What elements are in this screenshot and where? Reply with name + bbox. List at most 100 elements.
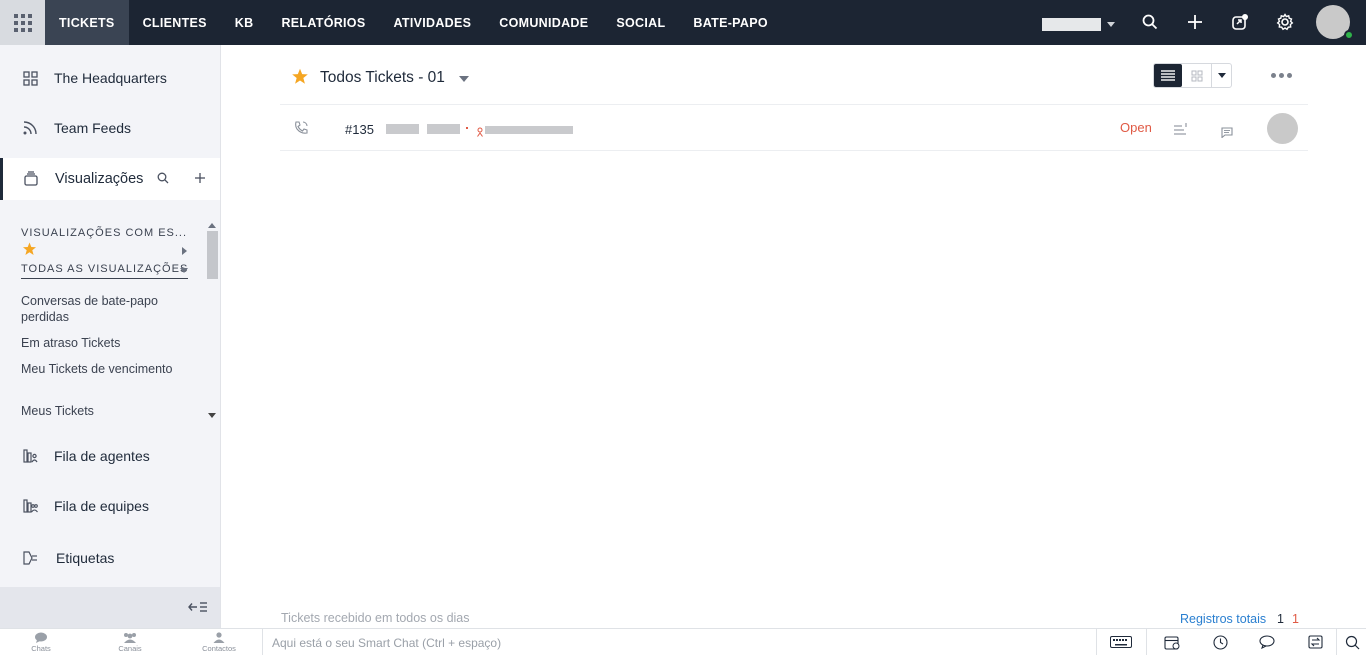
views-panel: VISUALIZAÇÕES COM ES... TODAS AS VISUALI… (0, 213, 220, 425)
nav-relatorios[interactable]: RELATÓRIOS (267, 0, 379, 45)
list-view-icon[interactable] (1154, 64, 1182, 87)
grid-icon (13, 13, 32, 32)
divider (1146, 629, 1147, 655)
sidebar-item-label: The Headquarters (54, 70, 167, 86)
nav-social[interactable]: SOCIAL (602, 0, 679, 45)
clock-icon[interactable] (1209, 633, 1231, 651)
starred-views-header[interactable]: VISUALIZAÇÕES COM ES... (21, 227, 187, 239)
chevron-right-icon[interactable] (182, 247, 187, 255)
view-filter-description: Tickets recebido em todos os dias (281, 611, 470, 625)
contacts-label: Contactos (202, 644, 236, 653)
plus-icon[interactable] (194, 171, 206, 189)
nav-atividades[interactable]: ATIVIDADES (379, 0, 485, 45)
total-records-value: 1 (1277, 612, 1284, 626)
view-link-due[interactable]: Meu Tickets de vencimento (21, 361, 191, 377)
ticket-subject-redacted[interactable] (427, 124, 460, 134)
nav-bate-papo[interactable]: BATE-PAPO (679, 0, 781, 45)
sidebar-item-headquarters[interactable]: The Headquarters (0, 58, 220, 98)
feed-icon (21, 119, 39, 137)
assignee-avatar[interactable] (1267, 113, 1298, 144)
sidebar-item-label: Fila de agentes (54, 448, 150, 464)
ticket-subject-redacted[interactable] (386, 124, 419, 134)
total-records-label: Registros totais (1180, 612, 1267, 626)
scroll-down-icon[interactable] (208, 413, 216, 418)
divider (1096, 629, 1097, 655)
sidebar-item-label: Etiquetas (56, 550, 115, 566)
chevron-down-icon[interactable] (1211, 64, 1231, 87)
favorite-star-icon[interactable] (291, 68, 309, 90)
group-icon (124, 633, 136, 643)
collapse-sidebar-icon[interactable] (188, 600, 208, 619)
contacts-tab[interactable]: Contactos (189, 632, 249, 653)
ticket-id[interactable]: #135 (345, 122, 374, 137)
keyboard-icon[interactable] (1110, 633, 1132, 651)
nav-tickets[interactable]: TICKETS (45, 0, 129, 45)
chat-bubbles-icon[interactable] (1257, 633, 1279, 651)
priority-icon[interactable] (1174, 122, 1188, 140)
separator-dot (466, 127, 468, 129)
dashboard-grid-icon (21, 69, 39, 87)
notifications-icon[interactable] (1229, 11, 1251, 33)
total-records-value: 1 (1292, 612, 1299, 626)
online-status-badge (1344, 30, 1354, 40)
comment-icon[interactable] (1221, 125, 1233, 143)
sidebar-item-team-feeds[interactable]: Team Feeds (0, 108, 220, 148)
search-icon[interactable] (1341, 633, 1363, 651)
scroll-up-icon[interactable] (208, 223, 216, 228)
sidebar-item-tags[interactable]: Etiquetas (0, 538, 220, 578)
chats-label: Chats (31, 644, 51, 653)
chevron-down-icon[interactable] (459, 76, 469, 82)
sidebar: The Headquarters Team Feeds Visualizaçõe… (0, 45, 221, 628)
more-options-icon[interactable] (1271, 73, 1292, 78)
view-link-my-tickets[interactable]: Meus Tickets (21, 403, 191, 419)
channels-tab[interactable]: Canais (100, 632, 160, 653)
scrollbar-thumb[interactable] (207, 231, 218, 279)
view-mode-toggle (1153, 63, 1232, 88)
transfer-icon[interactable] (1304, 633, 1326, 651)
sidebar-collapse-bar (0, 587, 220, 628)
bottom-bar: Chats Canais Contactos Aqui está o seu S… (0, 628, 1366, 655)
star-icon (22, 242, 37, 261)
view-title[interactable]: Todos Tickets - 01 (320, 69, 445, 87)
chat-bubble-icon (35, 632, 47, 643)
phone-channel-icon (293, 120, 309, 141)
top-navigation-bar: TICKETS CLIENTES KB RELATÓRIOS ATIVIDADE… (0, 0, 1366, 45)
smart-chat-input[interactable]: Aqui está o seu Smart Chat (Ctrl + espaç… (262, 629, 1096, 655)
chevron-down-icon[interactable] (1107, 22, 1115, 27)
department-selector[interactable] (1042, 18, 1101, 31)
contact-name-redacted[interactable] (485, 126, 573, 134)
person-icon (213, 632, 225, 643)
main-content: Todos Tickets - 01 #135 Open Tickets rec… (221, 45, 1366, 628)
sidebar-item-agent-queue[interactable]: Fila de agentes (0, 436, 220, 476)
view-link-missed-chats[interactable]: Conversas de bate-papo perdidas (21, 293, 191, 325)
sidebar-item-label: Visualizações (55, 171, 144, 187)
chevron-down-icon[interactable] (180, 268, 188, 273)
settings-gear-icon[interactable] (1274, 11, 1296, 33)
team-queue-icon (21, 497, 39, 515)
views-stack-icon (22, 170, 40, 188)
sidebar-item-label: Team Feeds (54, 120, 132, 136)
nav-kb[interactable]: KB (221, 0, 268, 45)
main-nav: TICKETS CLIENTES KB RELATÓRIOS ATIVIDADE… (45, 0, 782, 45)
channels-label: Canais (118, 644, 142, 653)
view-link-overdue[interactable]: Em atraso Tickets (21, 335, 191, 351)
contact-icon (477, 124, 483, 142)
sidebar-item-label: Fila de equipes (54, 498, 149, 514)
calendar-icon[interactable] (1161, 633, 1183, 651)
search-icon[interactable] (157, 171, 169, 189)
sidebar-item-views[interactable]: Visualizações (0, 158, 220, 200)
apps-menu-button[interactable] (0, 0, 45, 45)
status-badge[interactable]: Open (1120, 120, 1152, 135)
agent-queue-icon (21, 447, 39, 465)
nav-clientes[interactable]: CLIENTES (129, 0, 221, 45)
search-icon[interactable] (1139, 11, 1161, 33)
kanban-view-icon[interactable] (1184, 64, 1210, 87)
chats-tab[interactable]: Chats (11, 632, 71, 653)
nav-comunidade[interactable]: COMUNIDADE (485, 0, 602, 45)
plus-icon[interactable] (1184, 11, 1206, 33)
sidebar-item-team-queue[interactable]: Fila de equipes (0, 486, 220, 526)
all-views-header[interactable]: TODAS AS VISUALIZAÇÕES (21, 263, 189, 279)
tags-icon (21, 549, 39, 567)
divider (1336, 629, 1337, 655)
table-row[interactable]: #135 Open (280, 104, 1308, 151)
